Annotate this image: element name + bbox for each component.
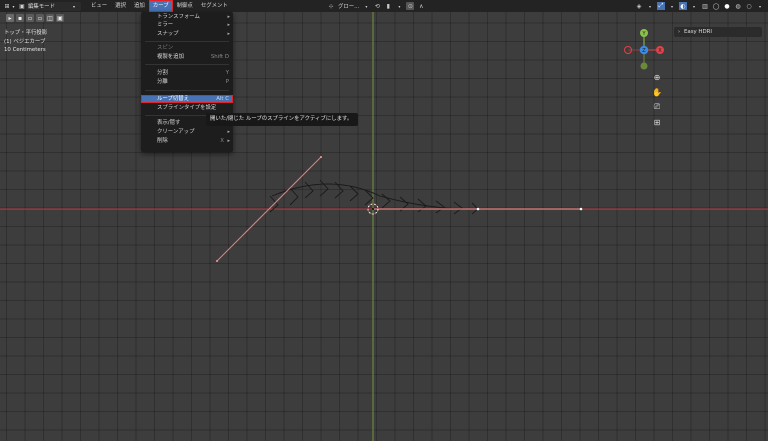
handle-point-right[interactable]: [579, 207, 583, 211]
transform-tools: ⊹ グロー... ▾ ⟲ ▮ ▾ ⊙ ∧: [327, 2, 425, 10]
submenu-arrow-icon: ▸: [227, 14, 230, 20]
menu-item-mirror[interactable]: ミラー ▸: [141, 21, 233, 29]
object-name: (1) ベジエカーブ: [4, 38, 46, 45]
chevron-down-icon[interactable]: ▾: [668, 2, 676, 10]
submenu-arrow-icon: ▸: [227, 138, 230, 144]
view-name: トップ・平行投影: [4, 30, 48, 36]
control-point-right[interactable]: [476, 207, 480, 211]
handle-point-left-bottom[interactable]: [216, 260, 218, 262]
navigation-gizmo[interactable]: Y X Z: [624, 29, 665, 70]
submenu-arrow-icon: ▸: [227, 31, 230, 37]
proportional-edit-icon[interactable]: ⊙: [406, 2, 415, 10]
chevron-down-icon[interactable]: ▾: [11, 2, 16, 10]
grid-scale: 10 Centimeters: [4, 47, 46, 53]
menu-divider: [145, 41, 229, 42]
editor-type-icon[interactable]: ⊞: [3, 2, 11, 10]
menu-view[interactable]: ビュー: [87, 0, 111, 12]
chevron-down-icon: ▾: [72, 3, 75, 9]
viewport-display-controls: ◈ ▾ ⤢ ▾ ◐ ▾ ▥ ◯ ● ◍ ○ ▾: [635, 2, 764, 10]
menu-item-transform[interactable]: トランスフォーム ▸: [141, 13, 233, 21]
orientation-icon[interactable]: ⊹: [327, 2, 335, 10]
viewport-scene: Y X Z: [0, 12, 768, 441]
hand-pan-icon[interactable]: ✋: [651, 86, 663, 98]
menu-segments[interactable]: セグメント: [197, 0, 232, 12]
viewport-info: トップ・平行投影 (1) ベジエカーブ 10 Centimeters: [4, 29, 47, 55]
menu-item-delete[interactable]: 削除 X ▸: [141, 137, 233, 145]
menu-item-snap[interactable]: スナップ ▸: [141, 30, 233, 38]
visibility-icon[interactable]: ◈: [635, 2, 643, 10]
submenu-arrow-icon: ▸: [227, 129, 230, 135]
menu-curve[interactable]: カーブ: [148, 0, 173, 12]
select-intersect-icon[interactable]: ▣: [56, 14, 64, 22]
transform-orientation[interactable]: グロー...: [338, 2, 359, 10]
mode-select[interactable]: 編集モード ▾: [26, 1, 81, 11]
snap-target-icon[interactable]: ▾: [395, 2, 403, 10]
gizmo-neg-y-icon[interactable]: [640, 62, 648, 70]
menu-item-separate[interactable]: 分離 P: [141, 78, 233, 86]
overlay-icon[interactable]: ◐: [679, 2, 687, 10]
select-tool-icon[interactable]: ▸: [6, 14, 14, 22]
solid-shading-icon[interactable]: ●: [723, 2, 731, 10]
chevron-down-icon[interactable]: ▾: [646, 2, 654, 10]
tooltip: 開いた/閉じた ループのスプラインをアクティブにします。: [206, 113, 358, 126]
chevron-down-icon[interactable]: ▾: [362, 2, 370, 10]
gizmo-toggle-icon[interactable]: ⤢: [657, 2, 665, 10]
menu-select[interactable]: 選択: [111, 0, 130, 12]
select-subtract-icon[interactable]: ▫: [36, 14, 44, 22]
select-extend-icon[interactable]: ▫: [26, 14, 34, 22]
chevron-right-icon: ›: [678, 29, 680, 35]
menu-divider: [145, 64, 229, 65]
menu-item-split[interactable]: 分割 Y: [141, 69, 233, 77]
gizmo-z-label: Z: [642, 48, 646, 54]
zoom-icon[interactable]: ⊕: [651, 71, 663, 83]
handle-point-left-top[interactable]: [320, 156, 322, 158]
wireframe-shading-icon[interactable]: ◯: [712, 2, 720, 10]
menu-item-cleanup[interactable]: クリーンアップ ▸: [141, 128, 233, 136]
menu-item-toggle-cyclic[interactable]: ループ切替え Alt C: [141, 95, 233, 103]
grid-ortho-icon[interactable]: ⊞: [651, 116, 663, 128]
menu-add[interactable]: 追加: [130, 0, 149, 12]
menu-item-spin[interactable]: スピン: [141, 44, 233, 52]
pivot-icon[interactable]: ⟲: [373, 2, 381, 10]
submenu-arrow-icon: ▸: [227, 22, 230, 28]
navigation-tools: ⊕ ✋ ⎚ ⊞: [651, 71, 663, 128]
menu-item-set-spline-type[interactable]: スプラインタイプを設定: [141, 104, 233, 112]
falloff-icon[interactable]: ∧: [417, 2, 425, 10]
menu-item-duplicate[interactable]: 複製を追加 Shift D: [141, 53, 233, 61]
curve-menu-dropdown: トランスフォーム ▸ ミラー ▸ スナップ ▸ スピン 複製を追加 Shift …: [141, 12, 233, 152]
menu-divider: [145, 90, 229, 91]
select-invert-icon[interactable]: ◫: [46, 14, 54, 22]
snap-icon[interactable]: ▮: [384, 2, 392, 10]
npanel-tab-easy-hdri[interactable]: › Easy HDRI: [674, 27, 762, 37]
camera-icon[interactable]: ⎚: [651, 101, 663, 113]
gizmo-x-label: X: [658, 48, 662, 54]
select-new-icon[interactable]: ▪: [16, 14, 24, 22]
material-shading-icon[interactable]: ◍: [734, 2, 742, 10]
selection-mode-tools: ▸ ▪ ▫ ▫ ◫ ▣: [6, 14, 64, 22]
menu-control-points[interactable]: 制御点: [173, 0, 197, 12]
chevron-down-icon[interactable]: ▾: [756, 2, 764, 10]
chevron-down-icon[interactable]: ▾: [690, 2, 698, 10]
xray-icon[interactable]: ▥: [701, 2, 709, 10]
rendered-shading-icon[interactable]: ○: [745, 2, 753, 10]
edit-mode-icon[interactable]: ▣: [18, 2, 26, 10]
mode-label: 編集モード: [28, 4, 55, 10]
